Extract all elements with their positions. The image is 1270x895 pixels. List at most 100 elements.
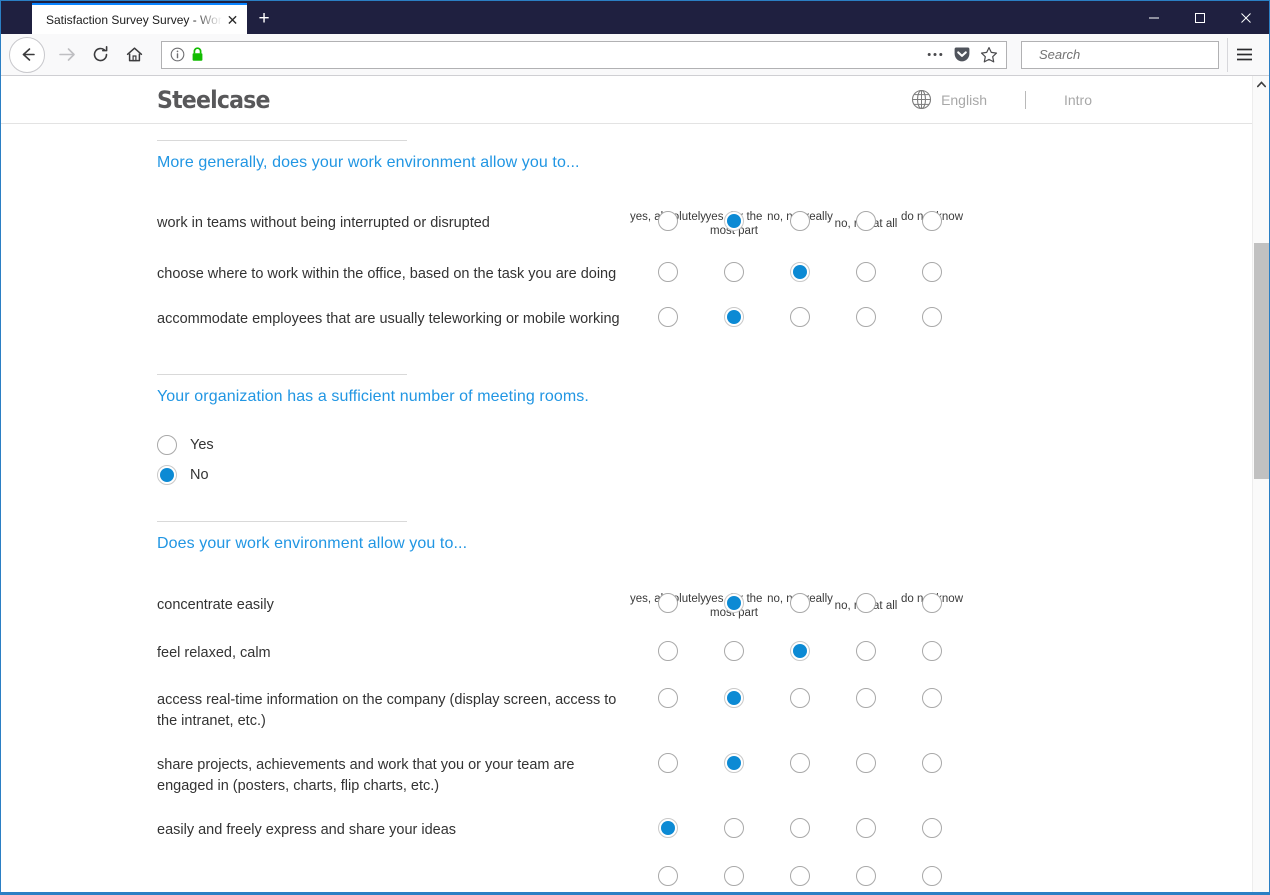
radio-option[interactable] — [658, 211, 678, 231]
radio-option[interactable] — [922, 688, 942, 708]
radio-option[interactable] — [856, 641, 876, 661]
radio-option-selected[interactable] — [724, 753, 744, 773]
section-divider — [157, 374, 407, 375]
radio-option[interactable] — [724, 262, 744, 282]
radio-option[interactable] — [922, 593, 942, 613]
radio-option[interactable] — [790, 753, 810, 773]
radio-option[interactable] — [724, 641, 744, 661]
minimize-icon[interactable] — [1131, 1, 1177, 34]
tab-title: Satisfaction Survey Survey - Workpl — [46, 12, 224, 27]
browser-window: Satisfaction Survey Survey - Workpl ✕ + — [0, 0, 1270, 895]
search-input[interactable] — [1037, 46, 1219, 63]
yesno-options: Yes No — [157, 430, 1252, 490]
radio-option[interactable] — [658, 866, 678, 886]
matrix-row-options — [622, 818, 1252, 842]
maximize-icon[interactable] — [1177, 1, 1223, 34]
new-tab-icon[interactable]: + — [247, 3, 281, 34]
site-header-actions: English Intro — [911, 89, 1222, 110]
survey-section-more-generally: More generally, does your work environme… — [157, 140, 1252, 331]
matrix-row: feel relaxed, calm — [157, 641, 1252, 665]
radio-option[interactable] — [856, 688, 876, 708]
section-divider — [157, 521, 407, 522]
matrix-row-label: accommodate employees that are usually t… — [157, 311, 620, 327]
matrix-row-label: feel relaxed, calm — [157, 645, 271, 661]
radio-option-selected[interactable] — [724, 307, 744, 327]
radio-option[interactable] — [658, 753, 678, 773]
radio-option[interactable] — [922, 818, 942, 838]
radio-option[interactable] — [724, 818, 744, 838]
radio-option[interactable] — [922, 641, 942, 661]
survey-form: More generally, does your work environme… — [1, 140, 1252, 890]
vertical-scrollbar[interactable] — [1252, 76, 1269, 893]
home-icon[interactable] — [117, 38, 151, 72]
radio-option[interactable] — [658, 262, 678, 282]
section-divider — [157, 140, 407, 141]
radio-option[interactable] — [790, 688, 810, 708]
radio-option[interactable] — [790, 307, 810, 327]
radio-option[interactable] — [790, 818, 810, 838]
hamburger-menu-icon[interactable] — [1227, 37, 1261, 72]
forward-icon — [49, 38, 83, 72]
scrollbar-track[interactable] — [1253, 93, 1269, 893]
radio-option[interactable] — [856, 818, 876, 838]
browser-tab[interactable]: Satisfaction Survey Survey - Workpl ✕ — [32, 3, 247, 34]
reload-icon[interactable] — [83, 38, 117, 72]
radio-option[interactable] — [856, 753, 876, 773]
radio-option[interactable] — [790, 866, 810, 886]
radio-option[interactable] — [922, 866, 942, 886]
intro-link[interactable]: Intro — [1064, 92, 1092, 108]
radio-option[interactable] — [856, 593, 876, 613]
matrix-row-options — [622, 593, 1252, 617]
close-tab-icon[interactable]: ✕ — [224, 11, 241, 28]
scroll-up-icon[interactable] — [1253, 76, 1269, 93]
close-window-icon[interactable] — [1223, 1, 1269, 34]
scrollbar-thumb[interactable] — [1254, 243, 1269, 479]
yesno-label: No — [190, 467, 209, 483]
site-header: Steelcase English Intro — [1, 76, 1252, 124]
radio-option[interactable] — [790, 211, 810, 231]
radio-option[interactable] — [856, 307, 876, 327]
radio-option-selected[interactable] — [724, 211, 744, 231]
radio-option-selected[interactable] — [724, 593, 744, 613]
back-icon[interactable] — [9, 36, 45, 73]
radio-option[interactable] — [658, 307, 678, 327]
radio-option[interactable] — [790, 593, 810, 613]
radio-option[interactable] — [658, 688, 678, 708]
radio-option[interactable] — [856, 262, 876, 282]
matrix-row-label: share projects, achievements and work th… — [157, 757, 575, 794]
radio-option[interactable] — [658, 641, 678, 661]
radio-option[interactable] — [922, 211, 942, 231]
language-selector[interactable]: English — [911, 89, 987, 110]
matrix-row: work in teams without being interrupted … — [157, 211, 1252, 235]
radio-option[interactable] — [922, 753, 942, 773]
section-title: Does your work environment allow you to.… — [157, 535, 468, 552]
address-bar-actions — [926, 46, 1000, 64]
radio-option[interactable] — [724, 866, 744, 886]
window-controls — [1131, 1, 1269, 34]
yesno-row[interactable]: Yes — [157, 430, 1252, 460]
matrix-row-label: work in teams without being interrupted … — [157, 215, 490, 231]
radio-option[interactable] — [856, 211, 876, 231]
matrix-row-label: access real-time information on the comp… — [157, 692, 617, 729]
bookmark-star-icon — [980, 46, 998, 62]
matrix-row-label: choose where to work within the office, … — [157, 266, 617, 282]
radio-option[interactable] — [658, 593, 678, 613]
radio-option-selected[interactable] — [790, 641, 810, 661]
tab-strip: Satisfaction Survey Survey - Workpl ✕ + — [1, 1, 281, 34]
radio-option-selected[interactable] — [790, 262, 810, 282]
radio-option-selected[interactable] — [658, 818, 678, 838]
pocket-icon — [954, 47, 970, 61]
matrix-row: easily and freely express and share your… — [157, 818, 1252, 842]
search-bar[interactable] — [1021, 40, 1219, 69]
matrix-row: concentrate easily — [157, 593, 1252, 617]
radio-option-selected[interactable] — [157, 465, 177, 485]
matrix-row-options — [622, 753, 1252, 777]
radio-option[interactable] — [157, 435, 177, 455]
address-bar[interactable] — [161, 40, 1007, 69]
radio-option[interactable] — [922, 262, 942, 282]
radio-option-selected[interactable] — [724, 688, 744, 708]
yesno-row[interactable]: No — [157, 460, 1252, 490]
radio-option[interactable] — [856, 866, 876, 886]
radio-option[interactable] — [922, 307, 942, 327]
matrix-row-options — [622, 641, 1252, 665]
